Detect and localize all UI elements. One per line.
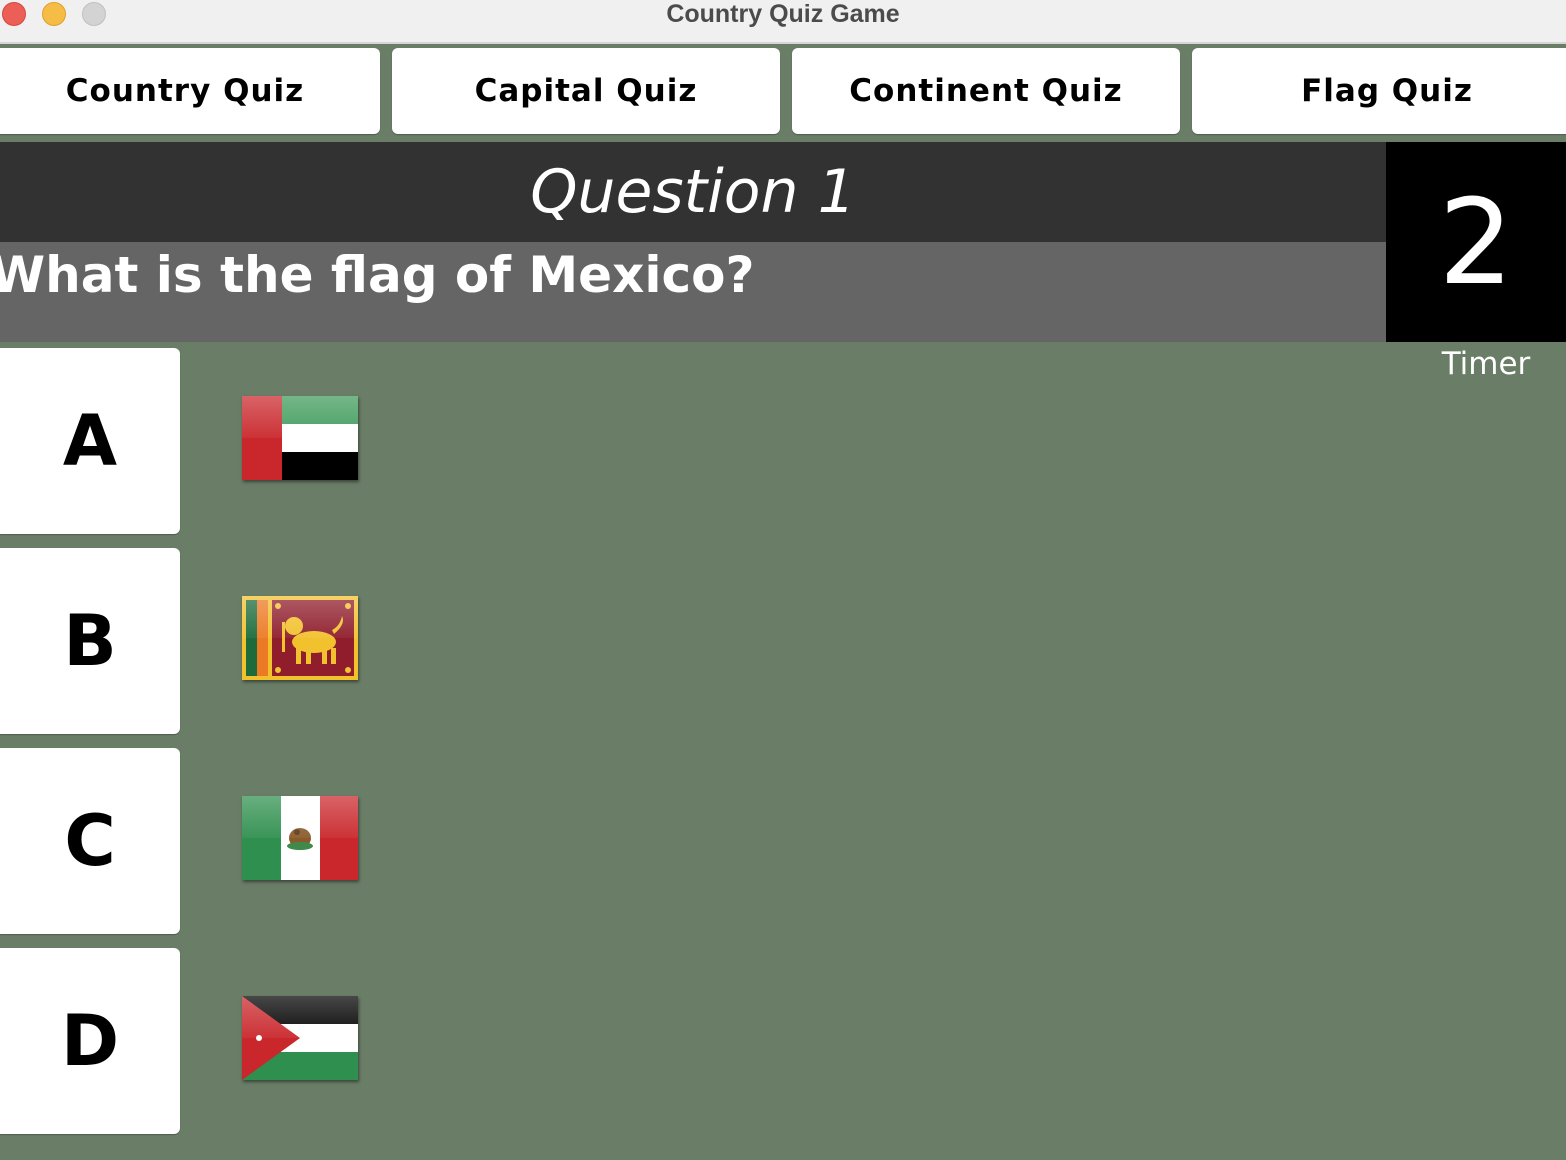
tab-continent-quiz[interactable]: Continent Quiz [792, 48, 1180, 134]
tab-flag-quiz[interactable]: Flag Quiz [1192, 48, 1566, 134]
answer-c-button[interactable]: C [0, 748, 180, 934]
tab-country-quiz[interactable]: Country Quiz [0, 48, 380, 134]
quiz-panel: Country Quiz Capital Quiz Continent Quiz… [0, 44, 1566, 1160]
sri-lanka-flag-icon [242, 596, 358, 680]
window-titlebar: Country Quiz Game [0, 0, 1566, 44]
uae-flag-icon [242, 396, 358, 480]
question-header: Question 1 [0, 142, 1386, 242]
timer-label: Timer [1441, 346, 1531, 382]
question-number: Question 1 [530, 157, 856, 227]
answer-d-button[interactable]: D [0, 948, 180, 1134]
timer-value: 2 [1438, 173, 1514, 311]
answer-b-button[interactable]: B [0, 548, 180, 734]
timer-box: 2 [1386, 142, 1566, 342]
window-title: Country Quiz Game [666, 0, 900, 28]
mexico-flag-icon [242, 796, 358, 880]
question-text-bar: What is the flag of Mexico? [0, 242, 1386, 342]
answer-a-button[interactable]: A [0, 348, 180, 534]
tab-capital-quiz[interactable]: Capital Quiz [392, 48, 780, 134]
question-text: What is the flag of Mexico? [0, 246, 755, 304]
jordan-flag-icon [242, 996, 358, 1080]
